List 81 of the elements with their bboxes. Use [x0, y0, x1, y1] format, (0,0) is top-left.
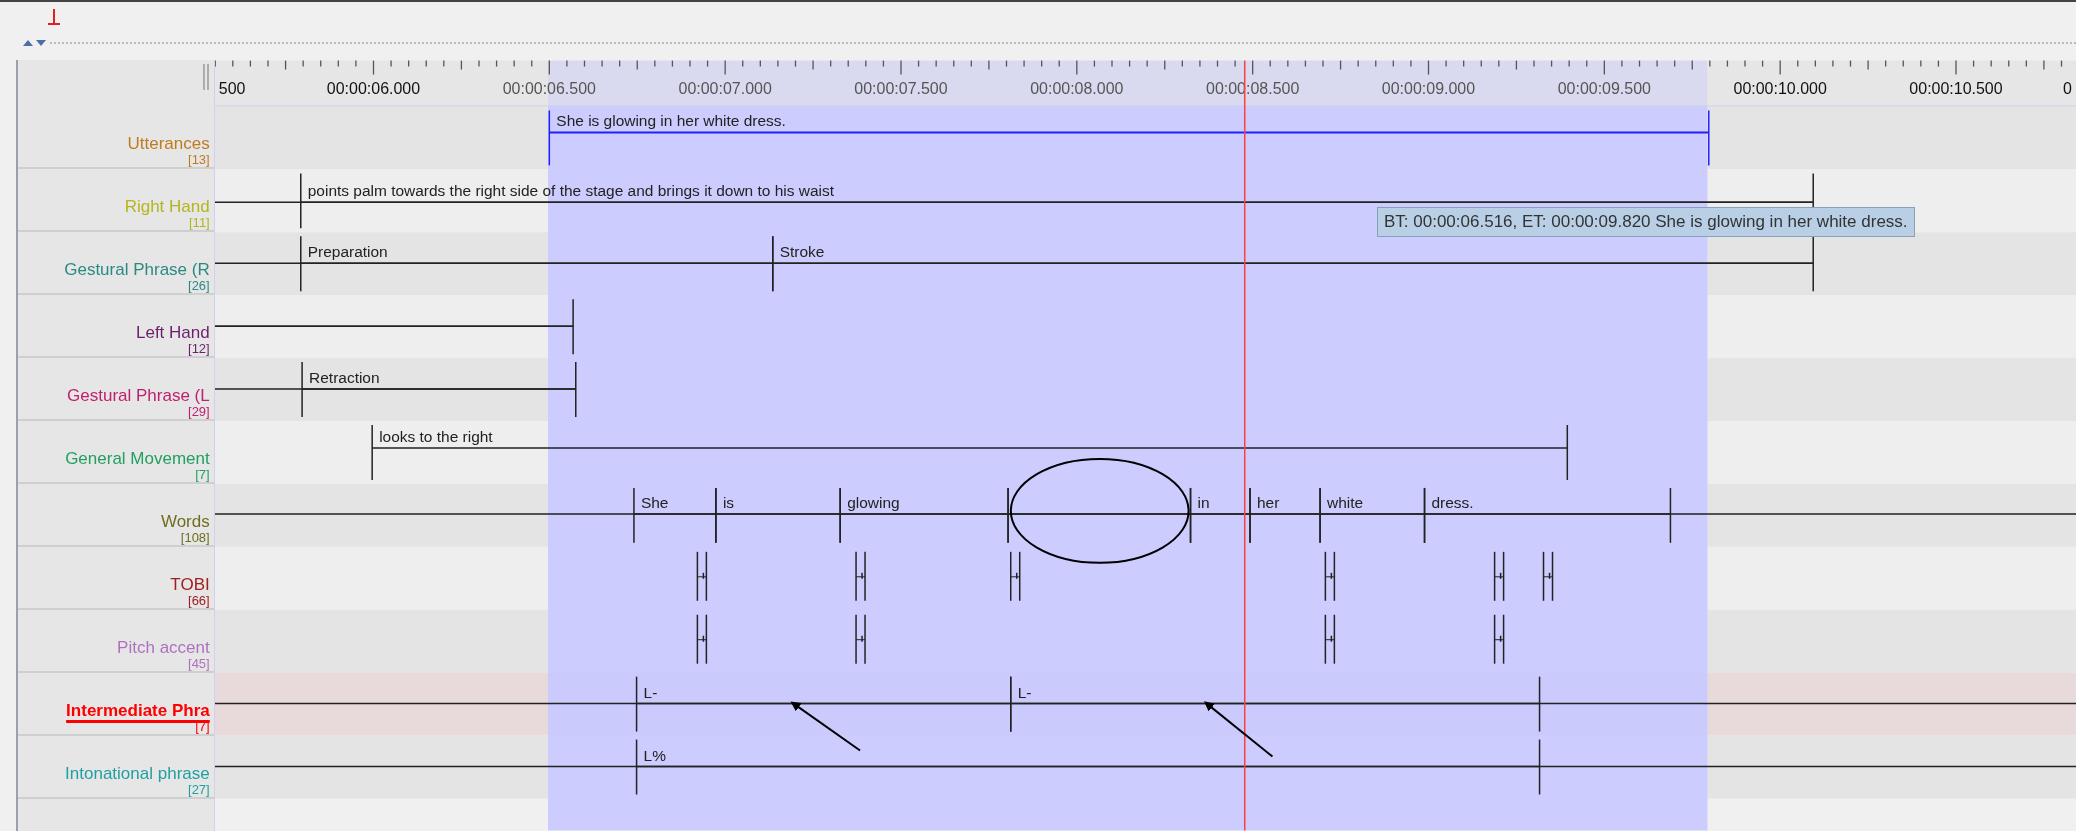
tier-name[interactable]: Gestural Phrase (L — [67, 386, 210, 405]
annotation-segment[interactable] — [839, 487, 1009, 544]
annotation-segment[interactable] — [1009, 675, 1540, 733]
tier-name[interactable]: General Movement — [65, 449, 210, 468]
tier-name[interactable]: TOBI — [170, 575, 210, 594]
annotation-segment[interactable] — [632, 487, 717, 544]
text-cursor-icon — [46, 8, 62, 26]
time-label: 00:00:07.500 — [854, 80, 948, 98]
annotation-segment[interactable] — [635, 738, 1540, 796]
time-label: 00:00:10.000 — [1733, 80, 1827, 98]
annotation-text: L- — [643, 683, 658, 701]
annotation-count: [12] — [188, 342, 210, 356]
annotation-text: her — [1256, 493, 1280, 511]
annotation-segment[interactable] — [1189, 487, 1251, 544]
annotation-text: glowing — [846, 493, 900, 511]
annotation-count: [13] — [188, 153, 210, 167]
annotation-segment[interactable] — [1249, 487, 1321, 544]
point-annotation-icon[interactable] — [1542, 551, 1553, 602]
tier-name[interactable]: Words — [160, 512, 210, 531]
annotation-text: points palm towards the right side of the stage and brings it down to his waist — [307, 182, 834, 200]
annotation-count: [7] — [195, 720, 210, 734]
tier-name[interactable]: Intonational phrase — [65, 764, 210, 783]
point-annotation-icon[interactable] — [1493, 551, 1505, 602]
time-label: 0 — [2062, 80, 2072, 98]
annotation-text: looks to the right — [378, 428, 493, 445]
annotation-segment[interactable] — [1319, 487, 1425, 544]
point-annotation-icon[interactable] — [1324, 614, 1335, 665]
point-annotation-icon[interactable] — [696, 614, 707, 665]
annotation-text: Stroke — [779, 243, 825, 261]
pointer-arrow — [790, 701, 861, 752]
annotation-count: [29] — [188, 405, 210, 419]
annotation-segment[interactable] — [635, 675, 1012, 733]
point-annotation-icon[interactable] — [1493, 614, 1505, 665]
time-ruler[interactable] — [1707, 60, 2076, 107]
time-label: 00:00:07.000 — [678, 80, 772, 98]
annotation-text: in — [1197, 493, 1210, 511]
tier-name[interactable]: Utterances — [127, 134, 210, 153]
annotation-count: [45] — [188, 657, 210, 671]
annotation-segment[interactable] — [1007, 487, 1191, 544]
annotation-text: Retraction — [308, 369, 380, 387]
annotation-text: dress. — [1431, 493, 1474, 511]
time-label: 00:00:08.000 — [1029, 80, 1124, 98]
annotation-text: is — [722, 493, 734, 511]
tier-name[interactable]: Pitch accent — [117, 638, 210, 657]
tier-name[interactable]: Intermediate Phra — [66, 701, 210, 720]
tier-name[interactable]: Right Hand — [124, 197, 210, 216]
annotation-segment[interactable] — [301, 361, 577, 418]
time-label: 00:00:10.500 — [1909, 80, 2003, 98]
annotation-segment[interactable] — [371, 424, 1568, 481]
tier-name[interactable]: Gestural Phrase (R — [64, 260, 210, 279]
point-annotation-icon[interactable] — [1009, 551, 1021, 602]
annotation-text: She is glowing in her white dress. — [556, 112, 786, 130]
annotation-count: [26] — [188, 279, 210, 293]
time-label: 00:00:06.000 — [326, 80, 420, 98]
splitter-handle-icon[interactable] — [201, 64, 210, 90]
point-annotation-icon[interactable] — [855, 614, 866, 665]
annotation-text: white — [1326, 493, 1363, 511]
tier-name[interactable]: Left Hand — [136, 323, 210, 342]
annotation-text: Preparation — [307, 243, 388, 261]
time-label: 00:00:09.000 — [1381, 80, 1475, 98]
annotation-count: [7] — [195, 468, 210, 482]
time-label: 500 — [218, 80, 246, 98]
point-annotation-icon[interactable] — [855, 551, 866, 602]
annotation-count: [108] — [180, 531, 210, 545]
annotation-text: She — [640, 493, 669, 511]
annotation-segment[interactable] — [299, 235, 774, 292]
annotation-segment[interactable] — [771, 235, 1814, 292]
annotation-segment[interactable] — [1423, 487, 1671, 544]
annotation-text: L- — [1017, 683, 1032, 701]
annotation-count: [27] — [188, 783, 210, 797]
point-annotation-icon[interactable] — [696, 551, 707, 602]
annotation-segment[interactable] — [714, 487, 841, 544]
annotation-count: [66] — [188, 594, 210, 608]
point-annotation-icon[interactable] — [1324, 551, 1335, 602]
collapse-expand-icon[interactable] — [22, 38, 48, 48]
annotation-tooltip: BT: 00:00:06.516, ET: 00:00:09.820 She is glowing in her white dress. — [1377, 207, 1915, 237]
time-label: 00:00:09.500 — [1557, 80, 1651, 98]
annotation-text: L% — [643, 746, 666, 764]
time-label: 00:00:06.500 — [502, 80, 596, 98]
annotation-count: [11] — [189, 216, 210, 230]
pointer-arrow — [1203, 701, 1274, 758]
